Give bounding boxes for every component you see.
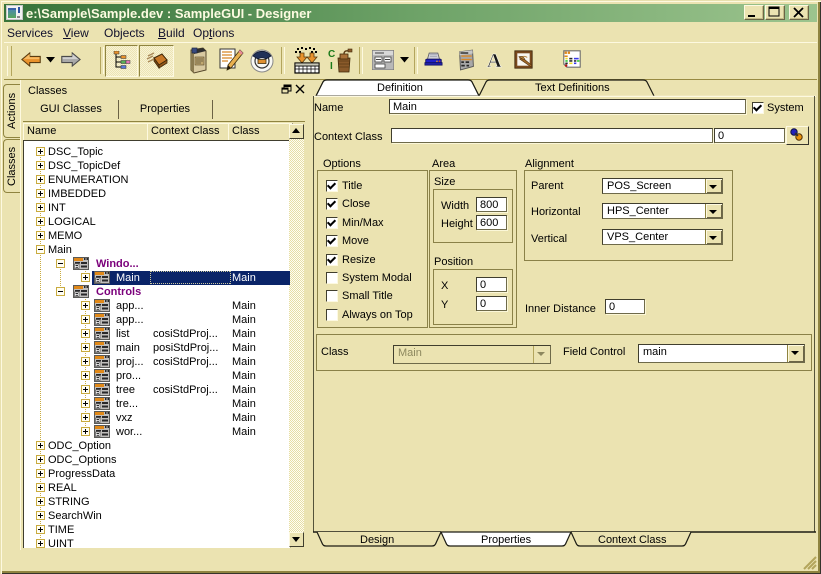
svg-text:C: C	[328, 49, 335, 60]
svg-text:A: A	[487, 50, 502, 70]
svg-text:I: I	[330, 61, 333, 72]
